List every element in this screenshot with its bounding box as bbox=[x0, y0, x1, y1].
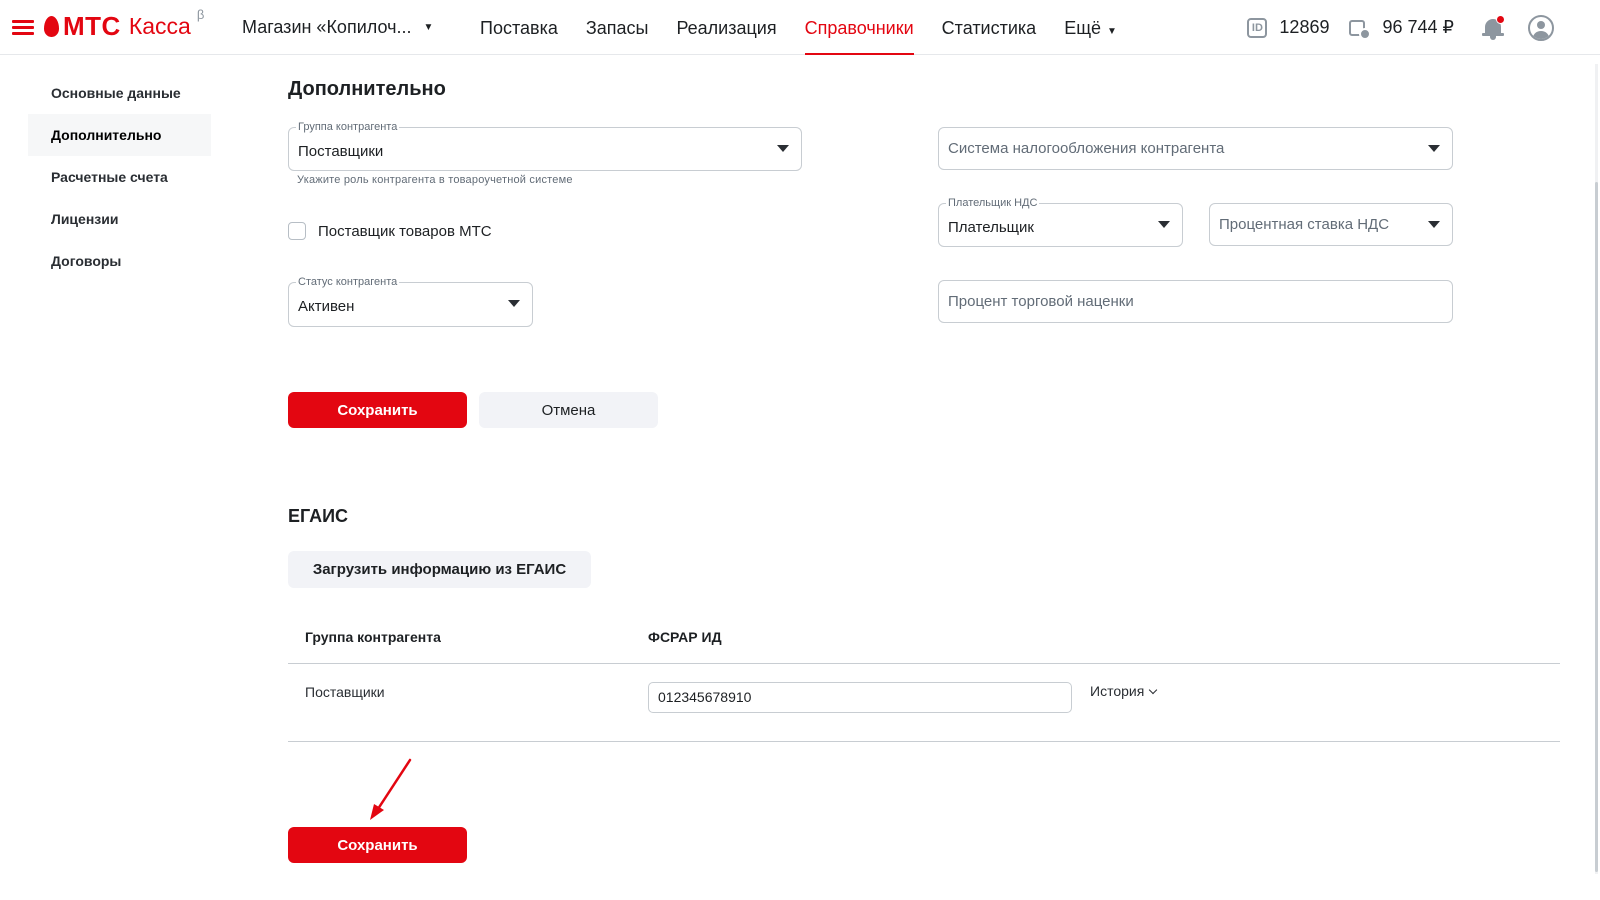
status-select-value: Активен bbox=[298, 298, 355, 315]
logo-brand: МТС bbox=[63, 10, 121, 41]
chevron-down-icon bbox=[1149, 685, 1158, 694]
cancel-button[interactable]: Отмена bbox=[479, 392, 658, 428]
sidebar-item-contracts[interactable]: Договоры bbox=[28, 240, 211, 282]
row-group: Поставщики bbox=[305, 684, 385, 700]
top-bar: МТС Касса β Магазин «Копилоч... ▼ Постав… bbox=[0, 0, 1600, 55]
sidebar-item-bank-accounts[interactable]: Расчетные счета bbox=[28, 156, 211, 198]
account-info: ID 12869 96 744 ₽ bbox=[1247, 0, 1600, 55]
history-toggle[interactable]: История bbox=[1090, 683, 1158, 699]
history-label: История bbox=[1090, 683, 1145, 699]
mts-supplier-checkbox[interactable] bbox=[288, 222, 306, 240]
caret-down-icon: ▼ bbox=[1107, 26, 1117, 37]
group-select-label: Группа контрагента bbox=[296, 121, 400, 133]
group-hint: Укажите роль контрагента в товароучетной… bbox=[297, 174, 573, 186]
account-id: 12869 bbox=[1279, 17, 1330, 37]
sidebar: Основные данные Дополнительно Расчетные … bbox=[28, 72, 211, 282]
scrollbar-thumb[interactable] bbox=[1595, 182, 1598, 872]
table-header-divider bbox=[288, 663, 1560, 664]
store-name: Магазин «Копилоч... bbox=[242, 17, 412, 37]
notification-dot bbox=[1496, 14, 1505, 24]
save-button[interactable]: Сохранить bbox=[288, 392, 467, 428]
menu-icon[interactable] bbox=[12, 20, 34, 36]
tax-system-select[interactable]: Система налогообложения контрагента bbox=[938, 127, 1453, 170]
table-row-divider bbox=[288, 741, 1560, 742]
id-icon: ID bbox=[1247, 17, 1268, 38]
nav-stock[interactable]: Запасы bbox=[586, 0, 649, 55]
balance: 96 744 ₽ bbox=[1382, 17, 1454, 37]
nav-sales[interactable]: Реализация bbox=[676, 0, 776, 55]
store-selector[interactable]: Магазин «Копилоч... ▼ bbox=[242, 17, 433, 38]
caret-down-icon: ▼ bbox=[423, 22, 434, 33]
caret-down-icon bbox=[508, 300, 520, 307]
mts-supplier-checkbox-row[interactable]: Поставщик товаров МТС bbox=[288, 222, 492, 240]
vat-payer-select[interactable]: Плательщик НДС Плательщик bbox=[938, 197, 1183, 247]
scrollbar[interactable] bbox=[1595, 64, 1598, 874]
sidebar-item-licenses[interactable]: Лицензии bbox=[28, 198, 211, 240]
nav-directories[interactable]: Справочники bbox=[804, 0, 914, 55]
nav-more[interactable]: Ещё ▼ bbox=[1064, 0, 1117, 55]
nav-more-label: Ещё bbox=[1064, 18, 1102, 38]
status-select-label: Статус контрагента bbox=[296, 276, 400, 288]
group-select-value: Поставщики bbox=[298, 143, 384, 160]
sidebar-item-additional[interactable]: Дополнительно bbox=[28, 114, 211, 156]
caret-down-icon bbox=[1158, 221, 1170, 228]
group-select[interactable]: Группа контрагента Поставщики bbox=[288, 121, 802, 171]
load-egais-button[interactable]: Загрузить информацию из ЕГАИС bbox=[288, 551, 591, 588]
tax-system-placeholder: Система налогообложения контрагента bbox=[948, 140, 1225, 157]
vat-rate-select[interactable]: Процентная ставка НДС bbox=[1209, 203, 1453, 246]
column-header-fsrar-id: ФСРАР ИД bbox=[648, 629, 722, 645]
nav-statistics[interactable]: Статистика bbox=[942, 0, 1037, 55]
page-title: Дополнительно bbox=[288, 78, 446, 100]
vat-payer-label: Плательщик НДС bbox=[946, 197, 1040, 209]
caret-down-icon bbox=[1428, 145, 1440, 152]
caret-down-icon bbox=[1428, 221, 1440, 228]
sidebar-item-main-data[interactable]: Основные данные bbox=[28, 72, 211, 114]
logo[interactable]: МТС Касса β bbox=[44, 6, 205, 42]
egais-save-button[interactable]: Сохранить bbox=[288, 827, 467, 863]
column-header-group: Группа контрагента bbox=[305, 629, 441, 645]
egais-title: ЕГАИС bbox=[288, 506, 349, 526]
main-nav: Поставка Запасы Реализация Справочники С… bbox=[480, 0, 1145, 55]
beta-badge: β bbox=[196, 6, 205, 22]
vat-rate-placeholder: Процентная ставка НДС bbox=[1219, 216, 1390, 233]
wallet-icon bbox=[1349, 18, 1372, 40]
nav-delivery[interactable]: Поставка bbox=[480, 0, 558, 55]
mts-egg-icon bbox=[44, 15, 59, 37]
bell-icon[interactable] bbox=[1482, 14, 1505, 40]
caret-down-icon bbox=[777, 145, 789, 152]
fsrar-id-input[interactable]: 012345678910 bbox=[648, 682, 1072, 713]
logo-product: Касса bbox=[128, 12, 191, 39]
markup-placeholder: Процент торговой наценки bbox=[948, 293, 1134, 310]
status-select[interactable]: Статус контрагента Активен bbox=[288, 276, 533, 327]
markup-input[interactable]: Процент торговой наценки bbox=[938, 280, 1453, 323]
vat-payer-value: Плательщик bbox=[948, 219, 1034, 236]
annotation-arrow-icon bbox=[370, 758, 412, 820]
user-icon[interactable] bbox=[1528, 14, 1554, 41]
mts-supplier-label: Поставщик товаров МТС bbox=[318, 222, 492, 240]
